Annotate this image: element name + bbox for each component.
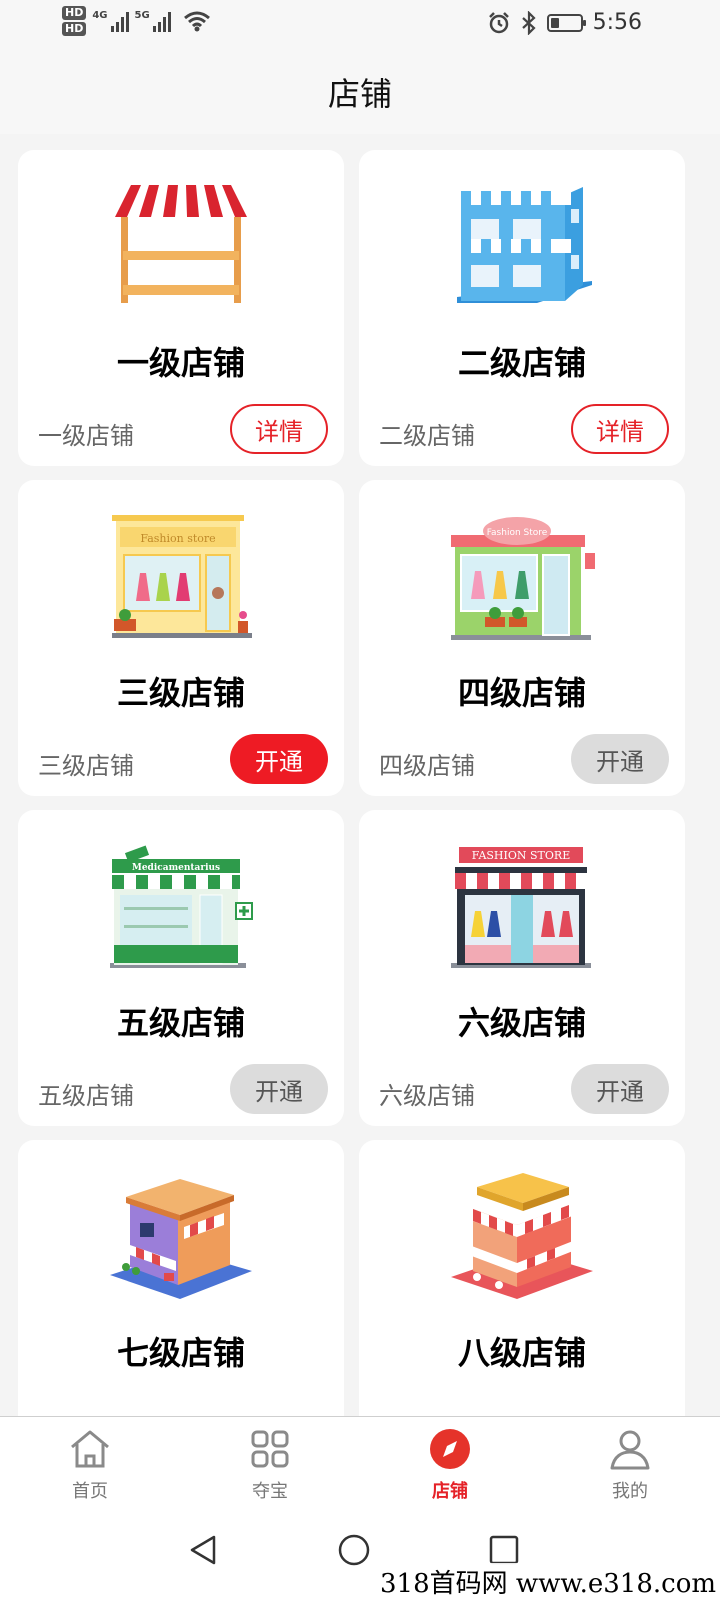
shop-title: 五级店铺 xyxy=(116,1004,245,1042)
open-button[interactable]: 开通 xyxy=(571,734,669,784)
shop-subtitle: 六级店铺 xyxy=(379,1082,475,1110)
shop-subtitle: 一级店铺 xyxy=(38,422,134,450)
tab-shop[interactable]: 店铺 xyxy=(360,1417,540,1516)
tab-home-label: 首页 xyxy=(72,1481,108,1502)
fashion-store-dark-icon: FASHION STORE xyxy=(451,846,591,968)
compass-icon xyxy=(430,1429,470,1469)
shop-card-level-5: Medicamentarius 五级店铺 五级店铺 开通 xyxy=(18,810,344,1126)
tab-treasure[interactable]: 夺宝 xyxy=(180,1417,360,1516)
status-icons-right: 5:56 xyxy=(487,10,642,35)
shop-subtitle: 二级店铺 xyxy=(379,422,475,450)
bluetooth-icon xyxy=(521,10,536,35)
shop-title: 一级店铺 xyxy=(116,344,245,382)
page-title: 店铺 xyxy=(327,75,392,113)
wifi-icon xyxy=(183,11,210,32)
two-story-shop-icon xyxy=(455,186,592,303)
shop-subtitle: 五级店铺 xyxy=(38,1082,134,1110)
tab-shop-label: 店铺 xyxy=(432,1481,468,1502)
shop-title: 三级店铺 xyxy=(116,674,245,712)
shop-title: 七级店铺 xyxy=(116,1334,245,1372)
open-button[interactable]: 开通 xyxy=(230,1064,328,1114)
home-icon xyxy=(71,1430,109,1468)
isometric-restaurant-icon xyxy=(451,1173,593,1299)
shop-card-level-7: 七级店铺 xyxy=(18,1140,344,1416)
shop-card-level-1: 一级店铺 一级店铺 详情 xyxy=(18,150,344,466)
fashion-store-yellow-icon: Fashion store xyxy=(112,514,252,638)
hd1-badge: HD xyxy=(62,6,87,20)
status-icons-left: HD HD 4G 5G xyxy=(62,6,211,36)
recents-square-icon[interactable] xyxy=(488,1534,520,1566)
grid-icon xyxy=(251,1430,289,1468)
tab-treasure-label: 夺宝 xyxy=(252,1481,288,1502)
watermark: 318首码网 www.e318.com xyxy=(376,1563,720,1600)
alarm-icon xyxy=(488,11,509,33)
details-button[interactable]: 详情 xyxy=(230,404,328,454)
signal-4g-icon: 4G xyxy=(92,10,129,32)
signal-5g-icon: 5G xyxy=(135,10,171,32)
open-button[interactable]: 开通 xyxy=(571,1064,669,1114)
back-icon[interactable] xyxy=(188,1534,220,1566)
shop-title: 二级店铺 xyxy=(457,344,586,382)
store-sign-text: Medicamentarius xyxy=(132,863,220,873)
tab-mine[interactable]: 我的 xyxy=(540,1417,720,1516)
shop-card-level-8: 八级店铺 xyxy=(359,1140,685,1416)
clock: 5:56 xyxy=(592,10,642,35)
user-icon xyxy=(610,1430,650,1470)
shop-title: 六级店铺 xyxy=(457,1004,586,1042)
store-sign-text: Fashion store xyxy=(140,532,215,545)
market-stall-icon xyxy=(115,184,247,303)
shop-title: 四级店铺 xyxy=(457,674,586,712)
network-5g-label: 5G xyxy=(134,10,150,21)
battery-icon xyxy=(546,13,586,32)
shop-card-level-6: FASHION STORE 六级店铺 六级店铺 开通 xyxy=(359,810,685,1126)
network-4g-label: 4G xyxy=(92,10,108,21)
system-navigation-bar: 318首码网 www.e318.com xyxy=(0,1516,720,1600)
details-button[interactable]: 详情 xyxy=(571,404,669,454)
page-header: 店铺 xyxy=(0,50,720,134)
shop-grid: 一级店铺 一级店铺 详情 二级店铺 二级店铺 详情 Fashion store … xyxy=(0,134,720,1416)
store-sign-text: FASHION STORE xyxy=(472,849,570,862)
tab-home[interactable]: 首页 xyxy=(0,1417,180,1516)
fashion-store-green-icon: Fashion Store xyxy=(451,517,595,640)
shop-subtitle: 三级店铺 xyxy=(38,752,134,780)
bottom-tab-bar: 首页 夺宝 店铺 我的 xyxy=(0,1416,720,1516)
store-sign-text: Fashion Store xyxy=(487,528,548,538)
shop-card-level-2: 二级店铺 二级店铺 详情 xyxy=(359,150,685,466)
shop-subtitle: 四级店铺 xyxy=(379,752,475,780)
shop-card-level-3: Fashion store 三级店铺 三级店铺 开通 xyxy=(18,480,344,796)
home-circle-icon[interactable] xyxy=(338,1534,370,1566)
shop-title: 八级店铺 xyxy=(457,1334,586,1372)
pharmacy-store-icon: Medicamentarius xyxy=(110,845,253,968)
isometric-cafe-icon xyxy=(110,1178,252,1299)
shop-card-level-4: Fashion Store 四级店铺 四级店铺 开通 xyxy=(359,480,685,796)
tab-mine-label: 我的 xyxy=(612,1481,648,1502)
status-bar: HD HD 4G 5G 5:56 xyxy=(0,0,720,50)
hd2-badge: HD xyxy=(62,22,87,36)
open-button[interactable]: 开通 xyxy=(230,734,328,784)
